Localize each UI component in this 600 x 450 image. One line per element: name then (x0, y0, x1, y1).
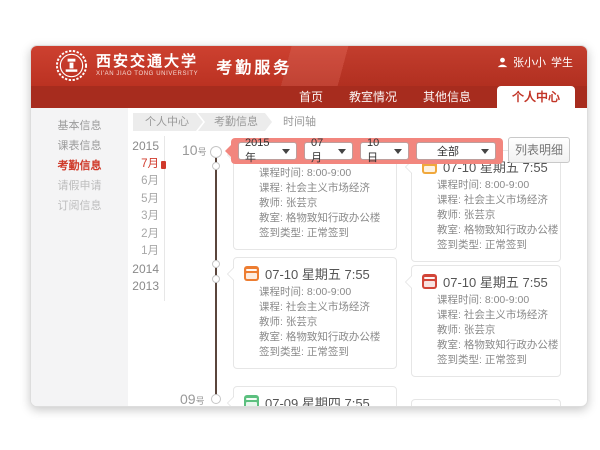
tab-classroom-status[interactable]: 教室情况 (349, 86, 397, 108)
university-name: 西安交通大学 XI'AN JIAO TONG UNIVERSITY (96, 54, 198, 78)
user-role: 学生 (551, 54, 573, 70)
tab-other-info[interactable]: 其他信息 (423, 86, 471, 108)
card-fields: 课程时间: 8:00-9:00 课程: 社会主义市场经济 教师: 张芸京 教室:… (437, 293, 552, 368)
breadcrumb: 个人中心 考勤信息 时间轴 (133, 113, 330, 131)
timeline-nav-year-2015[interactable]: 2015 (87, 138, 159, 156)
course-time: 课程时间: 8:00-9:00 (259, 285, 388, 300)
day-unit: 号 (196, 396, 205, 406)
card-date: 07-09 星期四 7:55 (265, 393, 370, 408)
breadcrumb-attendance-info[interactable]: 考勤信息 (198, 113, 272, 131)
calendar-icon (244, 395, 259, 408)
signin-type: 签到类型: 正常签到 (259, 345, 388, 360)
day-label-10: 10号 (182, 142, 207, 160)
timeline-nav-month-7[interactable]: 7月 (87, 156, 159, 174)
month-dropdown[interactable]: 07月 (304, 142, 353, 160)
breadcrumb-timeline[interactable]: 时间轴 (267, 113, 330, 131)
calendar-icon (244, 266, 259, 281)
breadcrumb-personal-center[interactable]: 个人中心 (133, 113, 203, 131)
scope-dropdown[interactable]: 全部 (416, 142, 496, 160)
user-info[interactable]: 张小小 学生 (497, 54, 573, 70)
list-detail-button[interactable]: 列表明细 (508, 137, 570, 163)
card-header: 07-09 星期四 7:55 (244, 393, 388, 407)
day-dropdown[interactable]: 10日 (360, 142, 409, 160)
year-dropdown-value: 2015年 (245, 137, 278, 165)
timeline-nav-month-3[interactable]: 3月 (87, 208, 159, 226)
signin-type: 签到类型: 正常签到 (259, 226, 388, 241)
teacher-name: 教师: 张芸京 (259, 315, 388, 330)
day-number: 10 (182, 142, 198, 158)
scope-dropdown-value: 全部 (437, 143, 459, 159)
card-fields: 课程时间: 8:00-9:00 课程: 社会主义市场经济 教师: 张芸京 教室:… (437, 178, 552, 253)
brand: 西安交通大学 XI'AN JIAO TONG UNIVERSITY 考勤服务 (55, 49, 292, 82)
timeline-nav-month-6[interactable]: 6月 (87, 173, 159, 191)
timeline-nav-month-5[interactable]: 5月 (87, 191, 159, 209)
chevron-down-icon (282, 149, 290, 158)
attendance-card: 07-10 星期五 7:55 课程时间: 8:00-9:00 课程: 社会主义市… (233, 257, 397, 369)
timeline-node (211, 394, 221, 404)
card-fields: 课程时间: 8:00-9:00 课程: 社会主义市场经济 教师: 张芸京 教室:… (259, 285, 388, 360)
course-name: 课程: 社会主义市场经济 (437, 193, 552, 208)
attendance-card: 07-09 星期四 7:55 课程时间: 8:00-9:00 课程: 社会主义市… (233, 386, 397, 407)
timeline-node (212, 260, 220, 268)
app-header: 西安交通大学 XI'AN JIAO TONG UNIVERSITY 考勤服务 张… (31, 46, 587, 86)
card-header: 07-10 星期五 7:55 (244, 264, 388, 282)
day-unit: 号 (198, 147, 207, 157)
course-name: 课程: 社会主义市场经济 (259, 181, 388, 196)
course-name: 课程: 社会主义市场经济 (259, 300, 388, 315)
app-window: 西安交通大学 XI'AN JIAO TONG UNIVERSITY 考勤服务 张… (30, 45, 588, 407)
classroom: 教室: 格物致知行政办公楼 (437, 338, 552, 353)
day-label-09: 09号 (180, 391, 205, 407)
university-name-en: XI'AN JIAO TONG UNIVERSITY (96, 70, 198, 78)
card-header: 07-10 星期五 7:55 (422, 272, 552, 290)
attendance-card: 07-10 星期五 7:55 课程时间: 8:00-9:00 课程: 社会主义市… (411, 265, 561, 377)
teacher-name: 教师: 张芸京 (437, 323, 552, 338)
sidebar-item-basic-info[interactable]: 基本信息 (31, 116, 128, 136)
day-dropdown-value: 10日 (367, 137, 390, 165)
day-number: 09 (180, 391, 196, 407)
course-name: 课程: 社会主义市场经济 (437, 308, 552, 323)
card-date: 07-10 星期五 7:55 (265, 264, 370, 283)
timeline-nav-year-2013[interactable]: 2013 (87, 278, 159, 296)
chevron-down-icon (394, 149, 402, 158)
main-nav: 首页 教室情况 其他信息 个人中心 (31, 86, 587, 108)
classroom: 教室: 格物致知行政办公楼 (259, 330, 388, 345)
timeline-node (212, 275, 220, 283)
active-month-marker (161, 161, 166, 169)
user-name: 张小小 (513, 54, 546, 70)
card-date: 07-10 星期五 7:55 (443, 272, 548, 291)
app-title: 考勤服务 (216, 54, 292, 78)
teacher-name: 教师: 张芸京 (437, 208, 552, 223)
signin-type: 签到类型: 正常签到 (437, 238, 552, 253)
year-dropdown[interactable]: 2015年 (238, 142, 297, 160)
timeline-node (210, 146, 222, 158)
course-time: 课程时间: 8:00-9:00 (437, 293, 552, 308)
page-background: 西安交通大学 XI'AN JIAO TONG UNIVERSITY 考勤服务 张… (0, 0, 600, 450)
attendance-card: 07-10 星期五 7:55 课程时间: 8:00-9:00 课程: 社会主义市… (411, 150, 561, 262)
teacher-name: 教师: 张芸京 (259, 196, 388, 211)
timeline-nav-year-2014[interactable]: 2014 (87, 261, 159, 279)
calendar-icon (422, 274, 437, 289)
chevron-down-icon (481, 149, 489, 158)
attendance-card-partial (411, 399, 561, 407)
university-logo-icon (55, 49, 88, 82)
person-icon (497, 57, 508, 68)
timeline-node (212, 162, 220, 170)
university-name-zh: 西安交通大学 (96, 54, 198, 70)
course-time: 课程时间: 8:00-9:00 (437, 178, 552, 193)
month-dropdown-value: 07月 (311, 137, 334, 165)
filter-bar: 2015年 07月 10日 全部 (231, 138, 503, 164)
timeline-nav-month-2[interactable]: 2月 (87, 226, 159, 244)
tab-personal-center[interactable]: 个人中心 (497, 86, 575, 108)
tab-home[interactable]: 首页 (299, 86, 323, 108)
chevron-down-icon (338, 149, 346, 158)
classroom: 教室: 格物致知行政办公楼 (259, 211, 388, 226)
classroom: 教室: 格物致知行政办公楼 (437, 223, 552, 238)
card-fields: 课程时间: 8:00-9:00 课程: 社会主义市场经济 教师: 张芸京 教室:… (259, 166, 388, 241)
timeline-nav-month-1[interactable]: 1月 (87, 243, 159, 261)
signin-type: 签到类型: 正常签到 (437, 353, 552, 368)
course-time: 课程时间: 8:00-9:00 (259, 166, 388, 181)
timeline-year-nav: 2015 7月 6月 5月 3月 2月 1月 2014 2013 (87, 138, 159, 296)
